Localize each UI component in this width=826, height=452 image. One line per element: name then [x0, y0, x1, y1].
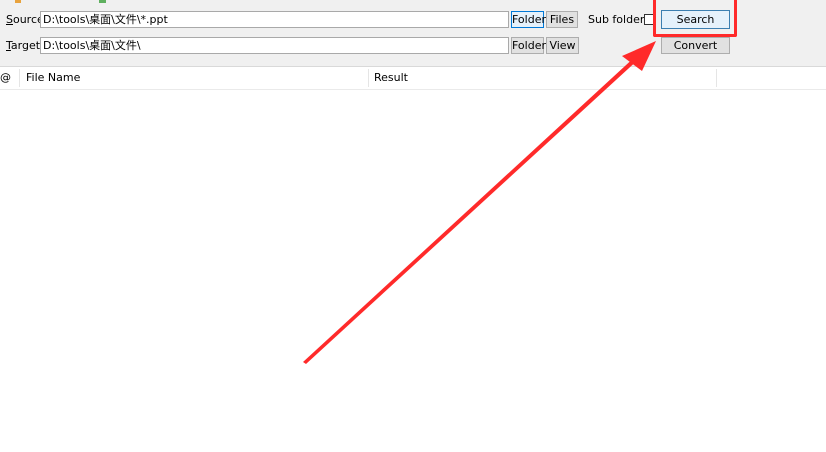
- orange-icon[interactable]: [15, 0, 21, 3]
- toolbar: Source D:\tools\桌面\文件\*.ppt Folder Files…: [0, 0, 826, 67]
- column-header-file-name[interactable]: File Name: [20, 67, 368, 89]
- source-path-input[interactable]: D:\tools\桌面\文件\*.ppt: [40, 11, 509, 28]
- source-folder-button[interactable]: Folder: [511, 11, 546, 28]
- source-label: Source: [6, 13, 44, 27]
- column-header-status[interactable]: @: [0, 67, 20, 89]
- target-path-input[interactable]: D:\tools\桌面\文件\: [40, 37, 509, 54]
- column-header-result[interactable]: Result: [368, 67, 716, 89]
- column-divider[interactable]: [716, 69, 717, 87]
- search-button[interactable]: Search: [661, 10, 730, 29]
- target-label: Target: [6, 39, 40, 53]
- subfolders-checkbox[interactable]: [644, 14, 655, 25]
- target-label-rest: arget: [10, 39, 41, 52]
- green-icon[interactable]: [99, 0, 106, 3]
- top-icon-strip: [12, 0, 112, 3]
- convert-button[interactable]: Convert: [661, 37, 730, 54]
- source-label-accel: S: [6, 13, 13, 26]
- target-folder-button[interactable]: Folder: [511, 37, 546, 54]
- app-window: Source D:\tools\桌面\文件\*.ppt Folder Files…: [0, 0, 826, 452]
- subfolders-label: Sub folders: [588, 13, 651, 26]
- file-list-body[interactable]: [0, 90, 826, 452]
- file-list-header: @ File Name Result: [0, 67, 826, 90]
- source-files-button[interactable]: Files: [546, 11, 578, 28]
- target-view-button[interactable]: View: [546, 37, 579, 54]
